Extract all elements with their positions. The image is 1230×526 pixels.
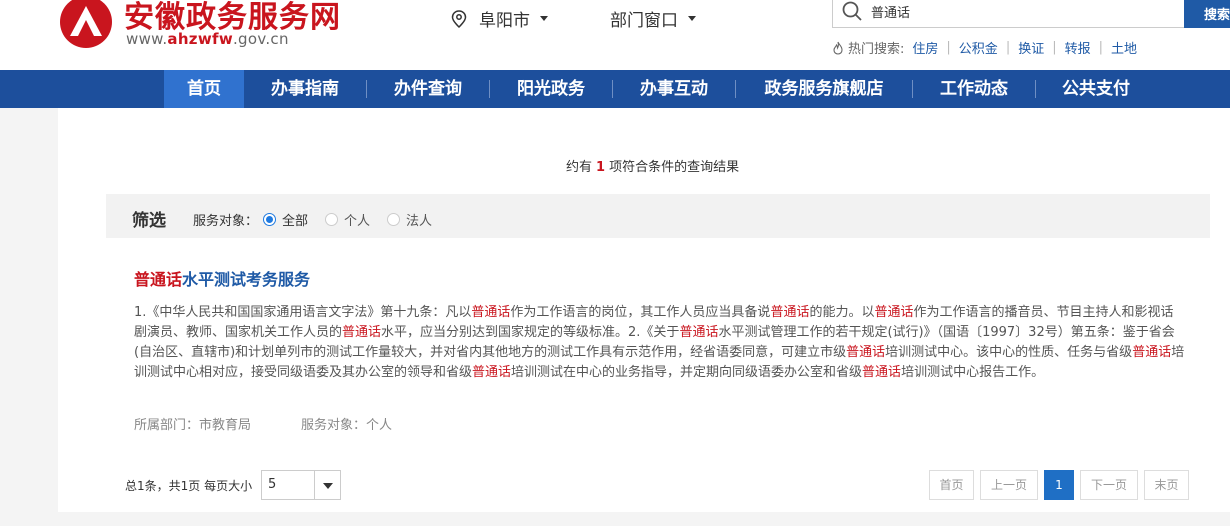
description-text: 的能力。以 (809, 305, 875, 320)
hot-search-label: 热门搜索: (848, 42, 905, 57)
hot-keyword[interactable]: 换证 (1010, 38, 1052, 57)
description-text: 培训测试中心。该中心的性质、任务与省级 (885, 345, 1133, 360)
result-count-prefix: 约有 (566, 160, 593, 175)
target-value: 个人 (366, 418, 393, 433)
nav-item-payment[interactable]: 公共支付 (1036, 70, 1156, 108)
filter-title: 筛选 (132, 211, 166, 231)
result-count-number: 1 (596, 160, 606, 175)
result-count-suffix: 项符合条件的查询结果 (609, 160, 740, 175)
result-meta: 所属部门：市教育局 服务对象：个人 (134, 414, 392, 433)
main-nav: 首页 办事指南 办件查询 阳光政务 办事互动 政务服务旗舰店 工作动态 公共支付 (0, 70, 1230, 108)
city-label: 阜阳市 (479, 11, 530, 31)
pager-summary: 总1条，共1页 每页大小 (125, 477, 252, 494)
search-button[interactable]: 搜索 (1184, 0, 1230, 28)
filter-label: 服务对象： (193, 214, 259, 229)
highlight-keyword: 普通话 (846, 345, 886, 360)
last-page-button[interactable]: 末页 (1144, 470, 1189, 500)
description-text: 作为工作语言的岗位，其工作人员应当具备说 (510, 305, 771, 320)
dept-window-selector[interactable]: 部门窗口 (610, 6, 696, 31)
hot-search: 热门搜索: 住房 | 公积金 | 换证 | 转报 | 土地 (832, 38, 1145, 57)
highlight-keyword: 普通话 (770, 305, 810, 320)
dept-window-label: 部门窗口 (610, 11, 678, 31)
pager-summary-text: 总1条，共1页 (125, 479, 201, 493)
site-url-suffix: .gov.cn (232, 30, 289, 48)
result-title-keyword: 普通话 (134, 270, 183, 289)
dept-value: 市教育局 (199, 418, 252, 433)
highlight-keyword: 普通话 (679, 325, 719, 340)
dept-label: 所属部门： (134, 418, 200, 433)
highlight-keyword: 普通话 (874, 305, 914, 320)
nav-item-news[interactable]: 工作动态 (913, 70, 1035, 108)
radio-unchecked-icon (325, 213, 338, 226)
result-title-text: 水平测试考务服务 (182, 270, 311, 289)
search-icon (842, 1, 862, 21)
radio-personal[interactable]: 个人 (325, 210, 370, 229)
hot-keyword[interactable]: 住房 (904, 38, 946, 57)
highlight-keyword: 普通话 (1132, 345, 1172, 360)
nav-item-guide[interactable]: 办事指南 (244, 70, 366, 108)
radio-all-label: 全部 (282, 214, 309, 229)
highlight-keyword: 普通话 (471, 305, 511, 320)
highlight-keyword: 普通话 (862, 365, 902, 380)
location-pin-icon (451, 9, 467, 28)
next-page-button[interactable]: 下一页 (1080, 470, 1138, 500)
radio-all[interactable]: 全部 (263, 210, 308, 229)
description-text: 培训测试在中心的业务指导，并定期向同级语委办公室和省级 (511, 365, 863, 380)
target-label: 服务对象： (301, 418, 367, 433)
nav-item-interact[interactable]: 办事互动 (613, 70, 735, 108)
search-box (832, 0, 1188, 28)
flame-icon (833, 41, 843, 55)
chevron-down-icon[interactable] (314, 471, 340, 499)
result-description: 1.《中华人民共和国国家通用语言文字法》第十九条：凡以普通话作为工作语言的岗位，… (134, 303, 1186, 383)
page-size-value: 5 (268, 477, 277, 492)
result-count: 约有 1 项符合条件的查询结果 (566, 156, 739, 175)
nav-item-query[interactable]: 办件查询 (367, 70, 489, 108)
site-header: 安徽政务服务网 www.ahzwfw.gov.cn 阜阳市 部门窗口 搜索 热门… (0, 0, 1230, 70)
site-url-prefix: www. (126, 30, 168, 48)
chevron-down-icon (540, 16, 548, 21)
site-url-domain: ahzwfw (167, 30, 233, 48)
description-text: 水平，应当分别达到国家规定的等级标准。2.《关于 (381, 325, 680, 340)
highlight-keyword: 普通话 (472, 365, 512, 380)
result-title-link[interactable]: 普通话水平测试考务服务 (134, 266, 310, 290)
page-size-select[interactable]: 5 (261, 470, 341, 500)
hot-keyword[interactable]: 公积金 (951, 38, 1006, 57)
radio-legal[interactable]: 法人 (387, 210, 432, 229)
highlight-keyword: 普通话 (342, 325, 382, 340)
site-url: www.ahzwfw.gov.cn (126, 30, 289, 48)
hot-keyword[interactable]: 转报 (1057, 38, 1099, 57)
hot-keyword[interactable]: 土地 (1103, 38, 1145, 57)
radio-unchecked-icon (387, 213, 400, 226)
filter-bar: 筛选 服务对象： 全部 个人 法人 (106, 194, 1210, 238)
site-logo-icon[interactable] (56, 0, 116, 48)
current-page-button[interactable]: 1 (1044, 470, 1074, 500)
nav-item-flagship[interactable]: 政务服务旗舰店 (736, 70, 912, 108)
page-size-label: 每页大小 (204, 479, 253, 493)
description-text: 1.《中华人民共和国国家通用语言文字法》第十九条：凡以 (134, 305, 472, 320)
chevron-down-icon (688, 16, 696, 21)
first-page-button[interactable]: 首页 (929, 470, 974, 500)
prev-page-button[interactable]: 上一页 (980, 470, 1038, 500)
radio-personal-label: 个人 (344, 214, 371, 229)
nav-item-home[interactable]: 首页 (164, 70, 244, 108)
radio-checked-icon (263, 213, 276, 226)
city-selector[interactable]: 阜阳市 (451, 6, 548, 31)
radio-legal-label: 法人 (406, 214, 433, 229)
search-input[interactable] (871, 0, 1171, 22)
description-text: 培训测试中心报告工作。 (901, 365, 1045, 380)
nav-item-sunshine[interactable]: 阳光政务 (490, 70, 612, 108)
